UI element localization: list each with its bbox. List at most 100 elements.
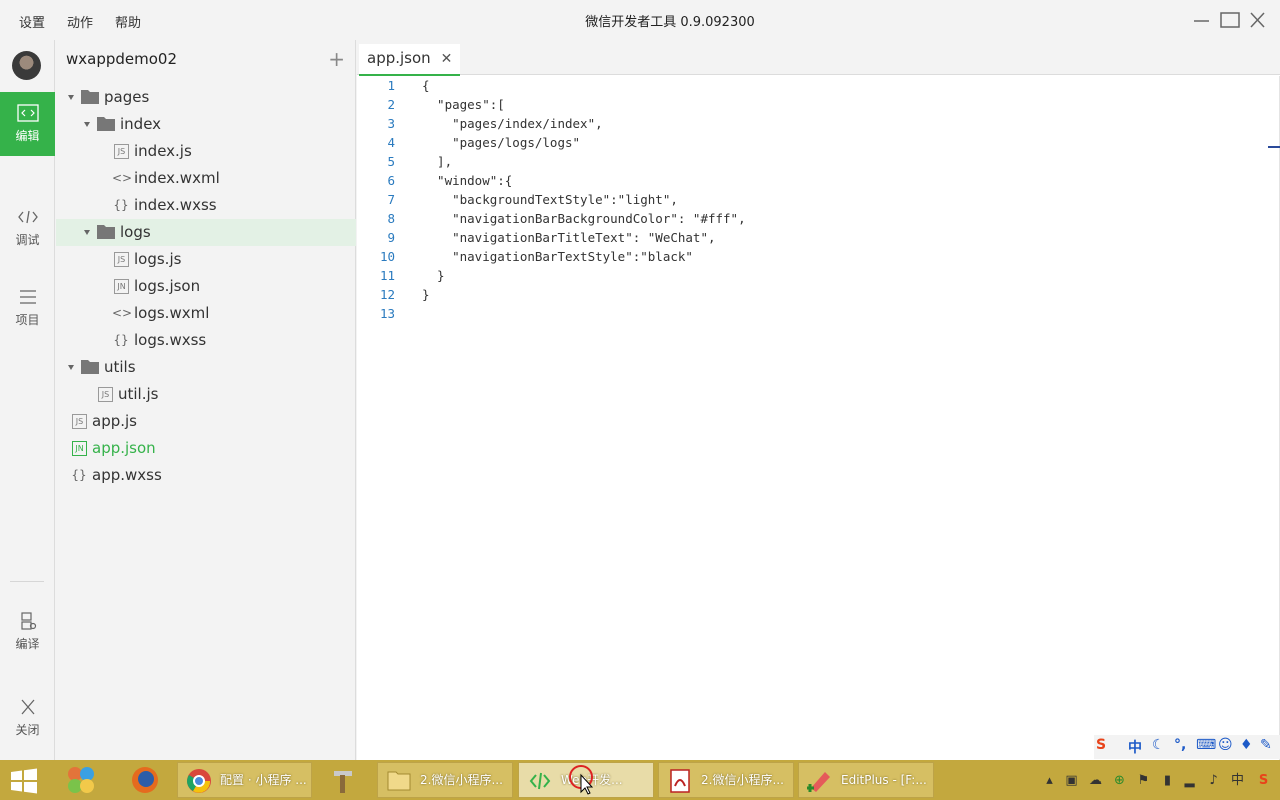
sogou-icon[interactable]: S — [1096, 737, 1106, 753]
tree-file-logs-wxml[interactable]: <> logs.wxml — [56, 300, 356, 327]
folder-icon — [81, 90, 99, 104]
json-file-icon: JN — [114, 279, 129, 294]
code-editor[interactable]: app.json ✕ 1{ 2 "pages":[ 3 "pages/index/… — [357, 40, 1280, 760]
tree-item-label: app.js — [92, 412, 137, 430]
line-number: 6 — [387, 173, 395, 188]
tree-file-logs-js[interactable]: JS logs.js — [56, 246, 356, 273]
tree-file-app-js[interactable]: JS app.js — [56, 408, 356, 435]
code-line: 10 "navigationBarTextStyle":"black" — [357, 247, 1267, 266]
folder-icon — [81, 360, 99, 374]
taskbar-editplus[interactable]: EditPlus - [F:... — [798, 762, 934, 798]
network-tray-icon[interactable]: ▣ — [1064, 773, 1079, 788]
line-number: 7 — [387, 192, 395, 207]
line-number: 5 — [387, 154, 395, 169]
tree-file-util-js[interactable]: JS util.js — [56, 381, 356, 408]
windows-start-icon[interactable] — [10, 768, 38, 794]
pdf-icon — [670, 769, 690, 793]
sidebar-divider — [10, 581, 44, 582]
nav-project-label: 项目 — [15, 313, 40, 327]
tree-item-label: pages — [104, 88, 150, 106]
taskbar-label: 2.微信小程序... — [701, 773, 784, 787]
tools-icon[interactable] — [322, 763, 368, 797]
tree-folder-index[interactable]: index — [56, 111, 356, 138]
line-number: 10 — [379, 249, 395, 264]
wrench-icon[interactable]: ✎ — [1260, 737, 1272, 753]
ime-mode[interactable]: 中 — [1128, 737, 1142, 757]
wxss-file-icon: {} — [113, 333, 129, 347]
line-text: "navigationBarTitleText": "WeChat", — [422, 230, 716, 245]
nav-close[interactable]: 关闭 — [0, 688, 55, 748]
tree-file-index-js[interactable]: JS index.js — [56, 138, 356, 165]
taskbar-folder[interactable]: 2.微信小程序... — [377, 762, 513, 798]
tree-file-app-wxss[interactable]: {} app.wxss — [56, 462, 356, 489]
tree-file-logs-json[interactable]: JN logs.json — [56, 273, 356, 300]
json-file-icon: JN — [72, 441, 87, 456]
code-line: 13 — [357, 304, 1267, 323]
wechat-devtools-icon — [529, 772, 551, 790]
battery-icon[interactable]: ▮ — [1160, 773, 1175, 788]
nav-compile[interactable]: 编译 — [0, 602, 55, 662]
skin-icon[interactable]: ♦ — [1240, 737, 1253, 753]
add-file-icon[interactable]: + — [328, 49, 345, 69]
line-text: "navigationBarTextStyle":"black" — [422, 249, 693, 264]
close-window-button[interactable] — [1245, 8, 1271, 32]
tree-item-label: index.wxml — [134, 169, 220, 187]
apps-icon[interactable] — [58, 763, 104, 797]
line-number: 9 — [387, 230, 395, 245]
editor-tab-bar: app.json ✕ — [357, 40, 1280, 76]
line-number: 2 — [387, 97, 395, 112]
taskbar-chrome[interactable]: 配置 · 小程序 ... — [177, 762, 312, 798]
keyboard-icon[interactable]: ⌨ — [1196, 737, 1216, 753]
punctuation-icon[interactable]: °, — [1174, 737, 1186, 753]
code-line: 2 "pages":[ — [357, 95, 1267, 114]
mouse-cursor-icon — [569, 765, 594, 795]
line-text: } — [422, 287, 430, 302]
window-title: 微信开发者工具 0.9.092300 — [585, 15, 755, 30]
system-tray: ▴ ▣ ☁ ⊕ ⚑ ▮ ▂ ♪ 中 S — [1020, 760, 1280, 800]
show-hidden-icons-icon[interactable]: ▴ — [1042, 773, 1057, 788]
compile-icon — [20, 612, 36, 630]
code-lines[interactable]: 1{ 2 "pages":[ 3 "pages/index/index", 4 … — [357, 76, 1267, 323]
code-line: 11 } — [357, 266, 1267, 285]
user-icon[interactable]: ☺ — [1218, 737, 1233, 753]
tree-folder-logs[interactable]: logs — [56, 219, 356, 246]
close-tab-icon[interactable]: ✕ — [441, 51, 453, 67]
tree-file-index-wxml[interactable]: <> index.wxml — [56, 165, 356, 192]
sogou-icon[interactable]: S — [1256, 773, 1271, 788]
input-language[interactable]: 中 — [1230, 773, 1245, 788]
cloud-tray-icon[interactable]: ☁ — [1088, 773, 1103, 788]
volume-icon[interactable]: ♪ — [1206, 773, 1221, 788]
tree-file-logs-wxss[interactable]: {} logs.wxss — [56, 327, 356, 354]
tab-app-json[interactable]: app.json ✕ — [359, 44, 461, 76]
taskbar-pdf[interactable]: 2.微信小程序... — [658, 762, 794, 798]
tree-file-app-json[interactable]: JN app.json — [56, 435, 356, 462]
add-tray-icon[interactable]: ⊕ — [1112, 773, 1127, 788]
nav-edit[interactable]: 编辑 — [0, 92, 55, 156]
signal-icon[interactable]: ▂ — [1182, 773, 1197, 788]
nav-debug-label: 调试 — [15, 233, 40, 247]
code-line: 12} — [357, 285, 1267, 304]
moon-icon[interactable]: ☾ — [1152, 737, 1165, 753]
tree-file-index-wxss[interactable]: {} index.wxss — [56, 192, 356, 219]
minimize-button[interactable] — [1189, 8, 1215, 32]
line-text: { — [422, 78, 430, 93]
avatar[interactable] — [12, 51, 41, 80]
line-number: 1 — [387, 78, 395, 93]
nav-debug[interactable]: 调试 — [0, 188, 55, 248]
line-text: } — [422, 268, 445, 283]
taskbar-wechat-devtools[interactable]: Web开发... — [518, 762, 654, 798]
firefox-icon[interactable] — [122, 763, 168, 797]
caret-down-icon — [84, 122, 90, 127]
close-icon — [1250, 12, 1265, 28]
maximize-button[interactable] — [1217, 8, 1243, 32]
folder-icon — [97, 225, 115, 239]
chrome-icon — [187, 769, 211, 793]
tree-item-label: utils — [104, 358, 136, 376]
tree-folder-pages[interactable]: pages — [56, 84, 356, 111]
nav-project[interactable]: 项目 — [0, 270, 55, 330]
flag-tray-icon[interactable]: ⚑ — [1136, 773, 1151, 788]
code-line: 8 "navigationBarBackgroundColor": "#fff"… — [357, 209, 1267, 228]
tree-folder-utils[interactable]: utils — [56, 354, 356, 381]
tree-item-label: app.wxss — [92, 466, 162, 484]
ime-toolbar: S 中 ☾ °, ⌨ ☺ ♦ ✎ — [1094, 735, 1280, 759]
